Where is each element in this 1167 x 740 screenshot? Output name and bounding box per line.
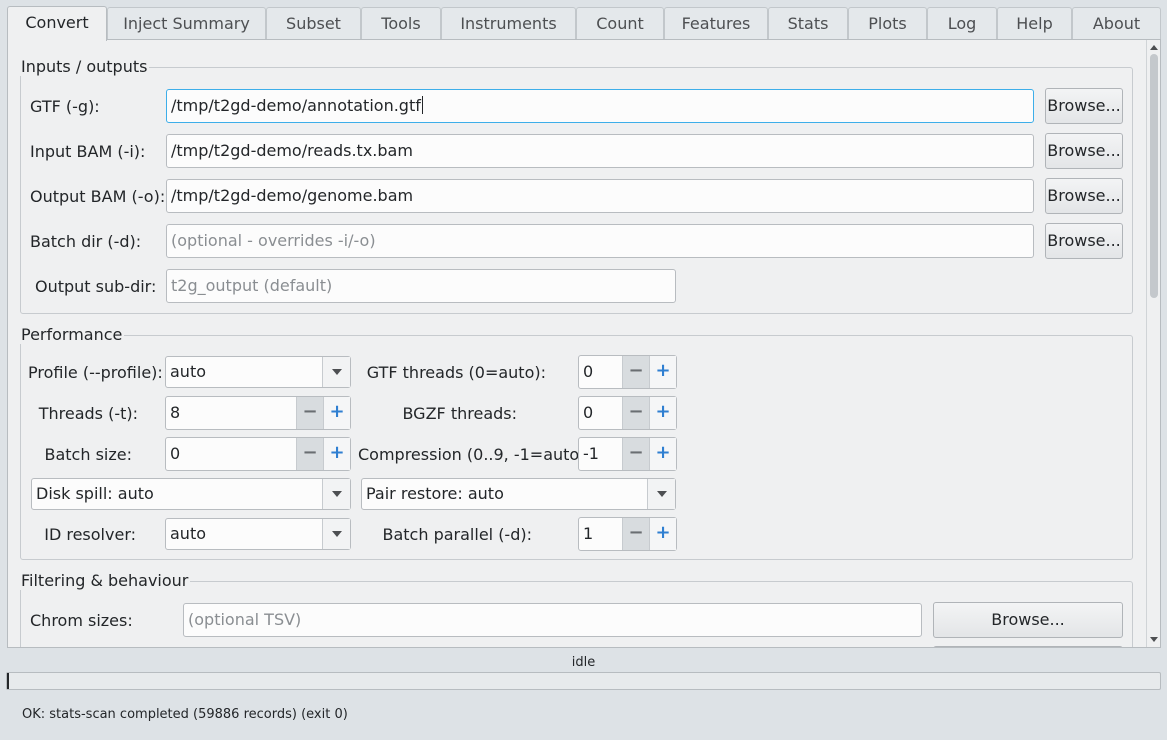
convert-panel: Inputs / outputs GTF (-g): /tmp/t2gd-dem… (7, 39, 1161, 648)
scroll-up-icon[interactable] (1150, 45, 1158, 50)
output-subdir-label: Output sub-dir: (35, 277, 157, 296)
pair-restore-combo[interactable]: Pair restore: auto (361, 478, 676, 510)
plus-icon[interactable]: + (649, 397, 676, 429)
output-bam-browse-button[interactable]: Browse... (1045, 178, 1123, 214)
threads-value: 8 (170, 403, 181, 422)
chrom-sizes-browse-button[interactable]: Browse... (933, 602, 1123, 638)
id-resolver-combo[interactable]: auto (165, 518, 351, 550)
profile-combo[interactable]: auto (165, 356, 351, 388)
input-bam-field[interactable]: /tmp/t2gd-demo/reads.tx.bam (166, 134, 1034, 168)
scroll-down-icon[interactable] (1150, 637, 1158, 642)
disk-spill-value: Disk spill: auto (36, 484, 154, 503)
inputs-outputs-title: Inputs / outputs (19, 57, 150, 76)
id-resolver-value: auto (170, 524, 207, 543)
profile-label: Profile (--profile): (28, 363, 163, 382)
pair-restore-value: Pair restore: auto (366, 484, 504, 503)
tab-subset[interactable]: Subset (266, 7, 361, 39)
bgzf-threads-label: BGZF threads: (402, 404, 517, 423)
bgzf-threads-spinbox[interactable]: 0 − + (578, 396, 677, 430)
next-browse-button[interactable] (933, 646, 1123, 647)
tab-convert[interactable]: Convert (7, 6, 107, 41)
batch-parallel-spinbox[interactable]: 1 − + (578, 517, 677, 551)
tab-features[interactable]: Features (664, 7, 768, 39)
status-message: OK: stats-scan completed (59886 records)… (22, 707, 348, 722)
gtf-threads-label: GTF threads (0=auto): (366, 363, 546, 382)
batch-parallel-label: Batch parallel (-d): (382, 525, 533, 544)
batch-dir-field[interactable]: (optional - overrides -i/-o) (166, 224, 1034, 258)
progress-bar (6, 672, 1161, 690)
plus-icon[interactable]: + (649, 518, 676, 550)
compression-value: -1 (583, 444, 599, 463)
id-resolver-label: ID resolver: (44, 525, 136, 544)
batch-size-label: Batch size: (44, 445, 133, 464)
plus-icon[interactable]: + (649, 438, 676, 470)
compression-label: Compression (0..9, -1=auto): (358, 445, 591, 464)
gtf-threads-value: 0 (583, 362, 594, 381)
tab-about[interactable]: About (1072, 7, 1161, 39)
progress-start-marker (7, 673, 9, 689)
input-bam-label: Input BAM (-i): (30, 142, 146, 161)
minus-icon[interactable]: − (296, 438, 323, 470)
gtf-label: GTF (-g): (30, 97, 100, 116)
tab-plots[interactable]: Plots (848, 7, 927, 39)
chevron-down-icon[interactable] (322, 519, 350, 549)
chevron-down-icon[interactable] (322, 357, 350, 387)
gtf-browse-button[interactable]: Browse... (1045, 88, 1123, 124)
input-bam-browse-button[interactable]: Browse... (1045, 133, 1123, 169)
tab-help[interactable]: Help (997, 7, 1072, 39)
tab-stats[interactable]: Stats (768, 7, 848, 39)
output-subdir-field[interactable]: t2g_output (default) (166, 269, 676, 303)
gtf-input[interactable]: /tmp/t2gd-demo/annotation.gtf (166, 89, 1034, 123)
output-bam-label: Output BAM (-o): (30, 187, 166, 206)
output-bam-field[interactable]: /tmp/t2gd-demo/genome.bam (166, 179, 1034, 213)
filtering-title: Filtering & behaviour (19, 571, 191, 590)
tab-log[interactable]: Log (927, 7, 997, 39)
compression-spinbox[interactable]: -1 − + (578, 437, 677, 471)
minus-icon[interactable]: − (622, 518, 649, 550)
tab-tools[interactable]: Tools (361, 7, 441, 39)
plus-icon[interactable]: + (323, 438, 350, 470)
scrollbar-thumb[interactable] (1150, 54, 1158, 298)
tab-count[interactable]: Count (576, 7, 664, 39)
tab-inject-summary[interactable]: Inject Summary (107, 7, 266, 39)
minus-icon[interactable]: − (622, 438, 649, 470)
batch-dir-browse-button[interactable]: Browse... (1045, 223, 1123, 259)
chrom-sizes-field[interactable]: (optional TSV) (183, 603, 922, 637)
vertical-scrollbar[interactable] (1146, 40, 1160, 647)
profile-value: auto (170, 362, 207, 381)
status-state: idle (571, 655, 596, 670)
minus-icon[interactable]: − (296, 397, 323, 429)
threads-spinbox[interactable]: 8 − + (165, 396, 351, 430)
batch-parallel-value: 1 (583, 524, 594, 543)
bgzf-threads-value: 0 (583, 403, 594, 422)
chrom-sizes-label: Chrom sizes: (30, 611, 133, 630)
threads-label: Threads (-t): (38, 404, 138, 423)
chevron-down-icon[interactable] (647, 479, 675, 509)
batch-size-value: 0 (170, 444, 181, 463)
disk-spill-combo[interactable]: Disk spill: auto (31, 478, 351, 510)
chevron-down-icon[interactable] (322, 479, 350, 509)
text-caret (421, 96, 423, 114)
performance-title: Performance (19, 325, 125, 344)
tab-instruments[interactable]: Instruments (441, 7, 576, 39)
plus-icon[interactable]: + (323, 397, 350, 429)
plus-icon[interactable]: + (649, 356, 676, 388)
minus-icon[interactable]: − (622, 397, 649, 429)
batch-dir-label: Batch dir (-d): (30, 232, 142, 251)
minus-icon[interactable]: − (622, 356, 649, 388)
tab-bar: Convert Inject Summary Subset Tools Inst… (7, 6, 1161, 41)
batch-size-spinbox[interactable]: 0 − + (165, 437, 351, 471)
gtf-threads-spinbox[interactable]: 0 − + (578, 355, 677, 389)
gtf-value: /tmp/t2gd-demo/annotation.gtf (171, 96, 421, 115)
